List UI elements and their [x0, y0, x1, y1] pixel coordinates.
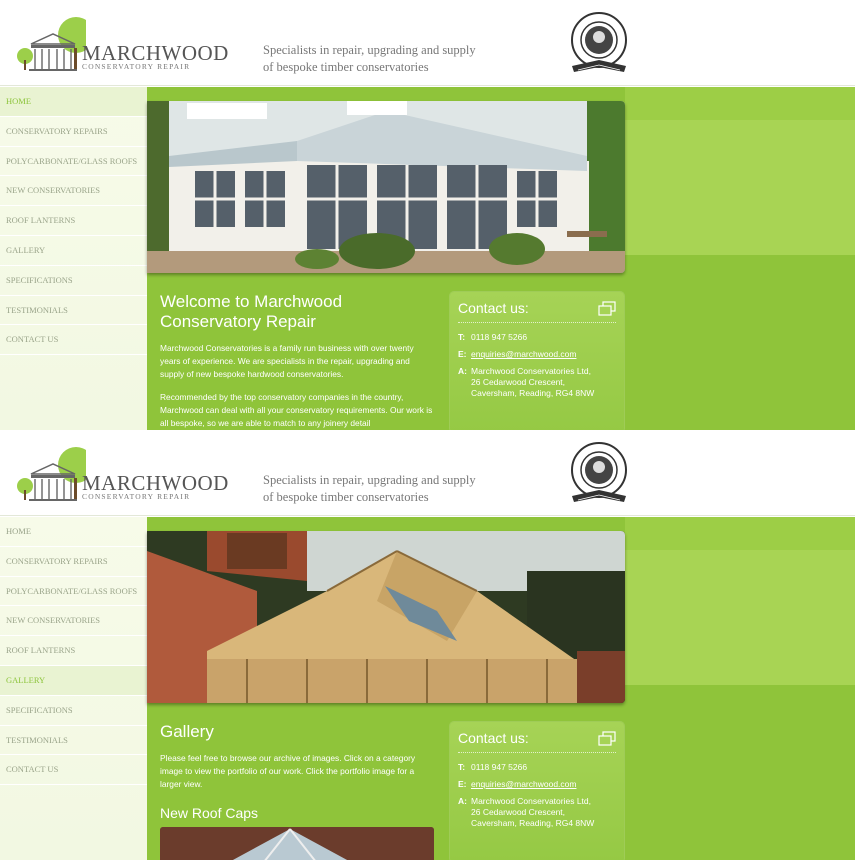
address-line-1: Marchwood Conservatories Ltd,: [471, 366, 592, 376]
nav-item-roof-lanterns[interactable]: ROOF LANTERNS: [0, 636, 147, 666]
nav-item-new-conservatories[interactable]: NEW CONSERVATORIES: [0, 176, 147, 207]
nav-item-specifications[interactable]: SPECIFICATIONS: [0, 696, 147, 726]
email-label: E:: [458, 779, 467, 789]
gallery-intro: Please feel free to browse our archive o…: [160, 753, 416, 789]
contact-address-row: A: Marchwood Conservatories Ltd, 26 Ceda…: [458, 796, 594, 829]
nav-item-specifications[interactable]: SPECIFICATIONS: [0, 266, 147, 296]
trees-logo-icon: [17, 447, 86, 501]
screenshot-gallery: MARCHWOOD CONSERVATORY REPAIR Specialist…: [0, 430, 855, 860]
phone-label: T:: [458, 332, 466, 342]
header: MARCHWOOD CONSERVATORY REPAIR Specialist…: [0, 430, 855, 516]
contact-title: Contact us:: [458, 300, 529, 316]
sidebar-nav: HOME CONSERVATORY REPAIRS POLYCARBONATE/…: [0, 87, 147, 430]
page-title: Gallery: [160, 722, 214, 741]
email-link[interactable]: enquiries@marchwood.com: [471, 779, 576, 789]
page-title: Welcome to Marchwood Conservatory Repair: [160, 292, 435, 332]
header: MARCHWOOD CONSERVATORY REPAIR Specialist…: [0, 0, 855, 86]
site-logo[interactable]: MARCHWOOD CONSERVATORY REPAIR: [16, 16, 228, 74]
phone-value: 0118 947 5266: [471, 762, 528, 772]
address-label: A:: [458, 796, 467, 806]
recommend-paragraph: Recommended by the top conservatory comp…: [160, 392, 433, 428]
divider: [458, 322, 616, 323]
tagline-line-2: of bespoke timber conservatories: [263, 59, 429, 74]
nav-item-testimonials[interactable]: TESTIMONIALS: [0, 726, 147, 756]
home-content: Welcome to Marchwood Conservatory Repair…: [160, 292, 435, 430]
decor-band: [625, 120, 855, 255]
address-line-3: Caversham, Reading, RG4 8NW: [471, 818, 595, 828]
main-content: Gallery Please feel free to browse our a…: [147, 517, 855, 860]
guild-badge-icon: [571, 442, 627, 502]
tagline: Specialists in repair, upgrading and sup…: [263, 42, 523, 75]
page-title-line-1: Welcome to Marchwood: [160, 292, 343, 311]
contact-address-row: A: Marchwood Conservatories Ltd, 26 Ceda…: [458, 366, 594, 399]
nav-item-contact-us[interactable]: CONTACT US: [0, 755, 147, 786]
chat-icon: [598, 731, 616, 746]
address-line-1: Marchwood Conservatories Ltd,: [471, 796, 592, 806]
trees-logo-icon: [17, 17, 86, 71]
nav-item-new-conservatories[interactable]: NEW CONSERVATORIES: [0, 606, 147, 637]
nav-item-home[interactable]: HOME: [0, 517, 147, 547]
contact-email-row: E: enquiries@marchwood.com: [458, 779, 576, 790]
section-title: New Roof Caps: [160, 805, 259, 821]
guild-badge-icon: [571, 12, 627, 72]
nav-item-roof-lanterns[interactable]: ROOF LANTERNS: [0, 206, 147, 236]
chat-icon: [598, 301, 616, 316]
nav-item-gallery[interactable]: GALLERY: [0, 665, 147, 696]
contact-box: Contact us: T: 0118 947 5266 E: enquiries@…: [450, 292, 624, 430]
nav-item-roofs[interactable]: POLYCARBONATE/GLASS ROOFS: [0, 577, 147, 607]
nav-item-contact-us[interactable]: CONTACT US: [0, 325, 147, 356]
address-label: A:: [458, 366, 467, 376]
email-link[interactable]: enquiries@marchwood.com: [471, 349, 576, 359]
main-content: Welcome to Marchwood Conservatory Repair…: [147, 87, 855, 430]
nav-item-testimonials[interactable]: TESTIMONIALS: [0, 296, 147, 326]
page-title-line-2: Conservatory Repair: [160, 312, 316, 331]
email-label: E:: [458, 349, 467, 359]
address-line-2: 26 Cedarwood Crescent,: [471, 377, 566, 387]
nav-item-conservatory-repairs[interactable]: CONSERVATORY REPAIRS: [0, 547, 147, 577]
intro-paragraph: Marchwood Conservatories is a family run…: [160, 343, 414, 379]
tagline-line-1: Specialists in repair, upgrading and sup…: [263, 43, 476, 57]
screenshot-home: MARCHWOOD CONSERVATORY REPAIR Specialist…: [0, 0, 855, 430]
tagline-line-1: Specialists in repair, upgrading and sup…: [263, 473, 476, 487]
gallery-thumbnail-roof-caps[interactable]: [160, 827, 434, 860]
contact-title: Contact us:: [458, 730, 529, 746]
phone-label: T:: [458, 762, 466, 772]
decor-band: [625, 550, 855, 685]
address-line-3: Caversham, Reading, RG4 8NW: [471, 388, 595, 398]
logo-subtitle: CONSERVATORY REPAIR: [82, 62, 191, 71]
nav-item-roofs[interactable]: POLYCARBONATE/GLASS ROOFS: [0, 147, 147, 177]
contact-box: Contact us: T: 0118 947 5266 E: enquiries@…: [450, 722, 624, 860]
contact-phone-row: T: 0118 947 5266: [458, 762, 527, 773]
hero-image-timber-frame: [147, 531, 625, 703]
tagline-line-2: of bespoke timber conservatories: [263, 489, 429, 504]
divider: [458, 752, 616, 753]
hero-image-conservatory: [147, 101, 625, 273]
contact-phone-row: T: 0118 947 5266: [458, 332, 527, 343]
phone-value: 0118 947 5266: [471, 332, 528, 342]
address-line-2: 26 Cedarwood Crescent,: [471, 807, 566, 817]
nav-item-gallery[interactable]: GALLERY: [0, 236, 147, 266]
tagline: Specialists in repair, upgrading and sup…: [263, 472, 523, 505]
nav-item-conservatory-repairs[interactable]: CONSERVATORY REPAIRS: [0, 117, 147, 147]
site-logo[interactable]: MARCHWOOD CONSERVATORY REPAIR: [16, 446, 228, 504]
sidebar-nav: HOME CONSERVATORY REPAIRS POLYCARBONATE/…: [0, 517, 147, 860]
contact-email-row: E: enquiries@marchwood.com: [458, 349, 576, 360]
nav-item-home[interactable]: HOME: [0, 87, 147, 117]
gallery-content: Gallery Please feel free to browse our a…: [160, 722, 435, 821]
logo-subtitle: CONSERVATORY REPAIR: [82, 492, 191, 501]
